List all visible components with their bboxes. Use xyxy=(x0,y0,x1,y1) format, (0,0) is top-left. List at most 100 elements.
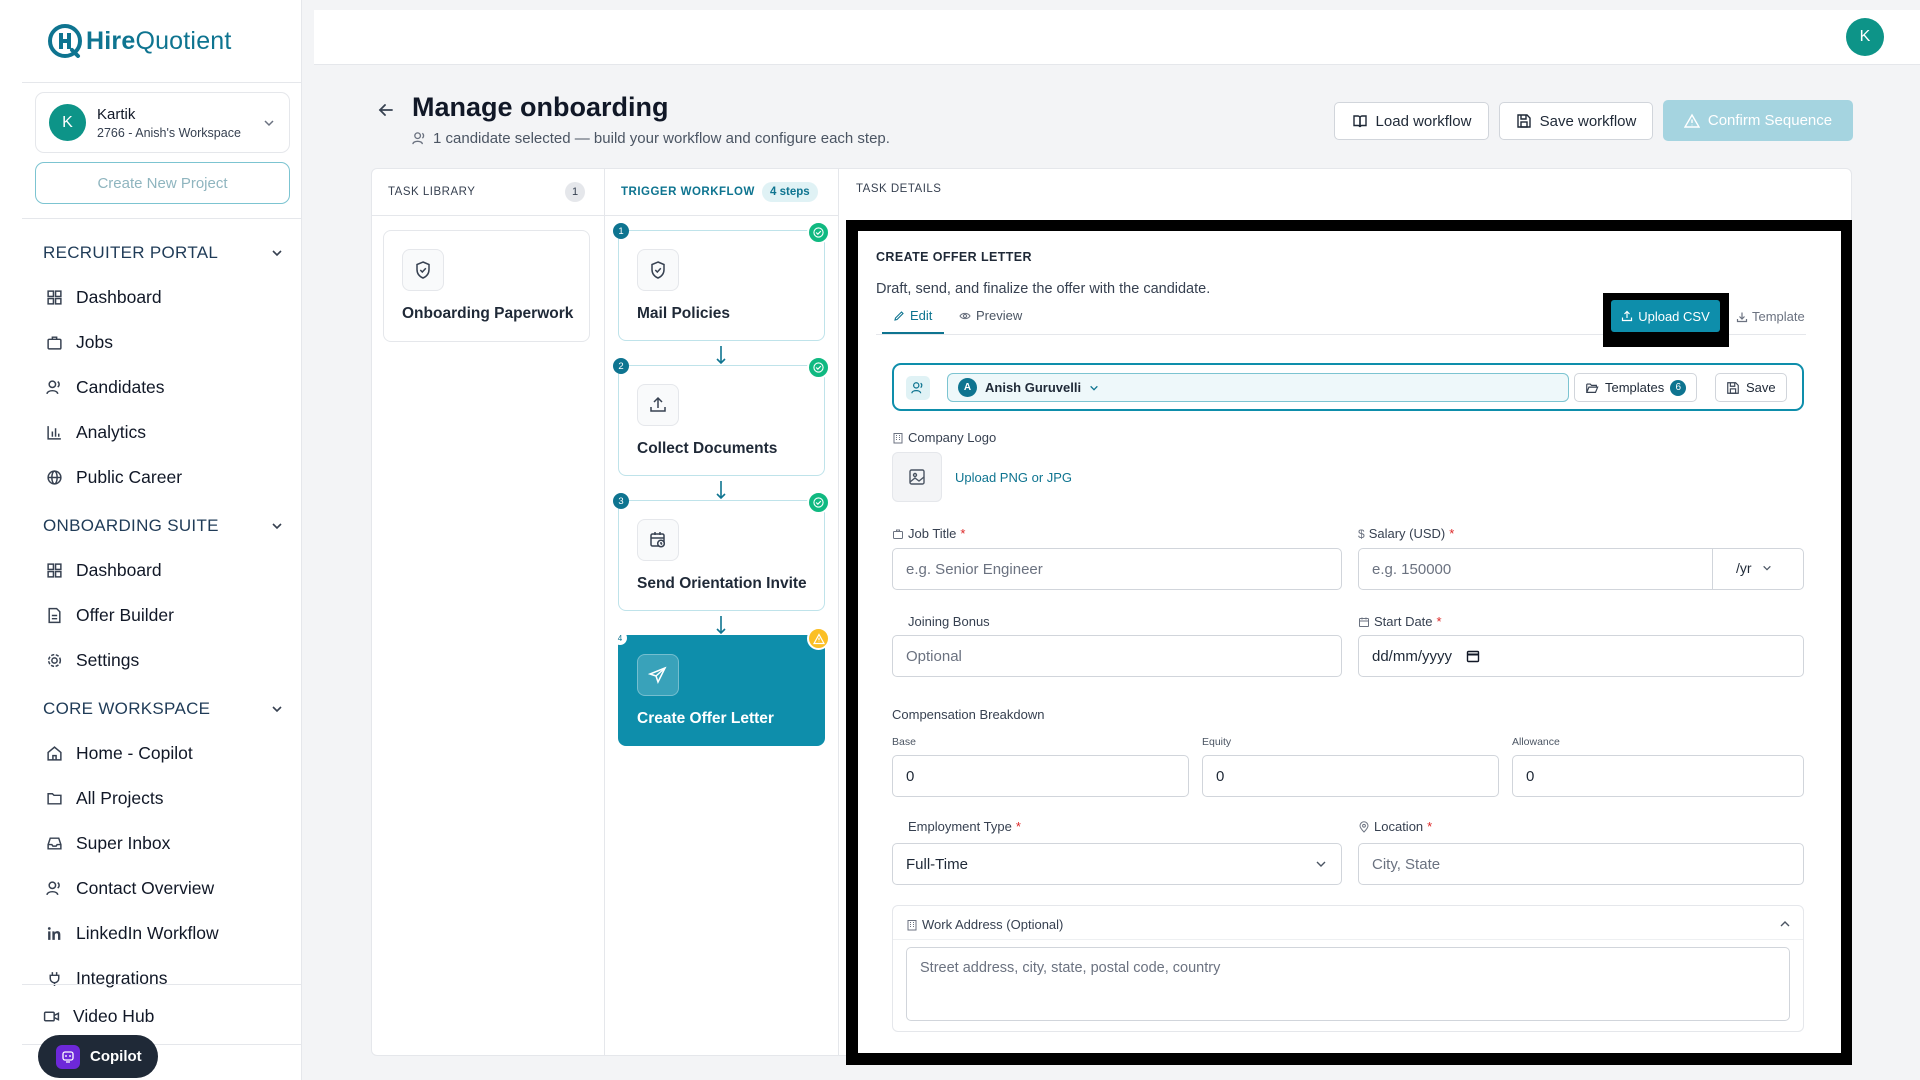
job-title-input[interactable]: e.g. Senior Engineer xyxy=(892,548,1342,590)
globe-icon xyxy=(47,470,62,485)
sidebar: HireQuotient K Kartik 2766 - Anish's Wor… xyxy=(0,0,302,1080)
sidebar-item-candidates[interactable]: Candidates xyxy=(46,377,165,398)
location-input[interactable]: City, State xyxy=(1358,843,1804,885)
label-text: Employment Type xyxy=(908,819,1012,834)
allowance-label: Allowance xyxy=(1512,736,1560,748)
candidate-select[interactable]: A Anish Guruvelli xyxy=(947,373,1569,402)
create-new-project-button[interactable]: Create New Project xyxy=(35,162,290,204)
section-onboarding-suite[interactable]: ONBOARDING SUITE xyxy=(43,516,283,536)
logo-upload-area[interactable] xyxy=(892,452,942,502)
top-bar: K xyxy=(314,10,1920,65)
joining-bonus-input[interactable]: Optional xyxy=(892,635,1342,677)
workflow-step-send-orientation-invite[interactable]: Send Orientation Invite xyxy=(618,500,825,611)
workspace-switcher[interactable]: K Kartik 2766 - Anish's Workspace xyxy=(35,92,290,153)
employment-type-select[interactable]: Full-Time xyxy=(892,843,1342,885)
sidebar-item-contact-overview[interactable]: Contact Overview xyxy=(46,878,214,899)
details-title: CREATE OFFER LETTER xyxy=(876,250,1032,264)
allowance-input[interactable]: 0 xyxy=(1512,755,1804,797)
library-item-onboarding-paperwork[interactable]: Onboarding Paperwork xyxy=(383,230,590,342)
save-workflow-button[interactable]: Save workflow xyxy=(1499,102,1653,140)
button-label: Upload CSV xyxy=(1638,308,1710,324)
joining-bonus-label: Joining Bonus xyxy=(908,614,990,629)
download-template-link[interactable]: Template xyxy=(1736,309,1805,324)
step-number: 2 xyxy=(613,358,629,374)
sidebar-item-all-projects[interactable]: All Projects xyxy=(46,788,164,809)
steps-count-badge: 4 steps xyxy=(762,182,818,202)
tab-edit[interactable]: Edit xyxy=(893,308,932,323)
work-address-textarea[interactable]: Street address, city, state, postal code… xyxy=(906,947,1790,1021)
building-icon xyxy=(893,432,903,443)
calendar-icon[interactable] xyxy=(1466,649,1480,663)
section-title: ONBOARDING SUITE xyxy=(43,516,219,535)
step-number: 4 xyxy=(613,631,627,645)
brand-logo[interactable]: HireQuotient xyxy=(48,24,232,58)
workflow-step-create-offer-letter[interactable]: Create Offer Letter xyxy=(618,635,825,746)
divider xyxy=(372,215,604,216)
user-avatar[interactable]: K xyxy=(1846,18,1884,56)
workflow-step-collect-documents[interactable]: Collect Documents xyxy=(618,365,825,476)
templates-button[interactable]: Templates 6 xyxy=(1574,373,1698,402)
sidebar-item-video-hub[interactable]: Video Hub xyxy=(43,1006,154,1027)
templates-count-badge: 6 xyxy=(1670,379,1687,396)
grid-icon xyxy=(47,563,62,578)
sidebar-item-label: Video Hub xyxy=(73,1006,155,1026)
sidebar-item-offer-builder[interactable]: Offer Builder xyxy=(46,605,174,626)
copilot-label: Copilot xyxy=(90,1048,142,1065)
users-icon xyxy=(412,132,425,145)
section-core-workspace[interactable]: CORE WORKSPACE xyxy=(43,699,283,719)
check-circle-icon xyxy=(807,221,830,244)
sidebar-item-home-copilot[interactable]: Home - Copilot xyxy=(46,743,193,764)
work-address-label[interactable]: Work Address (Optional) xyxy=(906,917,1063,932)
sidebar-item-integrations[interactable]: Integrations xyxy=(46,968,167,989)
section-recruiter-portal[interactable]: RECRUITER PORTAL xyxy=(43,243,283,263)
sidebar-item-analytics[interactable]: Analytics xyxy=(46,422,146,443)
chevron-up-icon[interactable] xyxy=(1779,918,1791,930)
sidebar-item-label: Public Career xyxy=(76,467,183,487)
home-icon xyxy=(47,746,62,761)
download-icon xyxy=(1736,312,1748,322)
required-marker: * xyxy=(1449,526,1455,541)
sidebar-item-public-career[interactable]: Public Career xyxy=(46,467,182,488)
save-button[interactable]: Save xyxy=(1715,373,1787,402)
video-icon xyxy=(43,1011,60,1022)
back-arrow-icon[interactable] xyxy=(376,100,396,120)
label-text: Salary (USD) xyxy=(1368,526,1446,541)
tab-preview[interactable]: Preview xyxy=(959,308,1022,323)
arrow-down-icon xyxy=(716,616,726,635)
confirm-sequence-button[interactable]: Confirm Sequence xyxy=(1663,100,1853,141)
book-open-icon xyxy=(1352,115,1367,128)
shield-check-icon xyxy=(637,249,679,291)
sidebar-item-label: All Projects xyxy=(76,788,164,808)
sidebar-item-label: Dashboard xyxy=(76,287,162,307)
workflow-step-mail-policies[interactable]: Mail Policies xyxy=(618,230,825,341)
upload-logo-link[interactable]: Upload PNG or JPG xyxy=(955,470,1072,485)
map-pin-icon xyxy=(1359,820,1369,833)
sidebar-item-label: LinkedIn Workflow xyxy=(76,923,219,943)
sidebar-item-dashboard[interactable]: Dashboard xyxy=(46,287,162,308)
required-marker: * xyxy=(960,526,966,541)
calendar-clock-icon xyxy=(637,519,679,561)
sidebar-item-onboarding-dashboard[interactable]: Dashboard xyxy=(46,560,162,581)
job-title-label: Job Title * xyxy=(892,526,965,541)
copilot-button[interactable]: Copilot xyxy=(38,1035,158,1078)
start-date-label: Start Date * xyxy=(1358,614,1442,629)
load-workflow-button[interactable]: Load workflow xyxy=(1334,102,1489,140)
base-input[interactable]: 0 xyxy=(892,755,1189,797)
step-number: 3 xyxy=(613,493,629,509)
divider xyxy=(604,168,605,1056)
equity-label: Equity xyxy=(1202,736,1232,748)
sidebar-item-super-inbox[interactable]: Super Inbox xyxy=(46,833,170,854)
sidebar-item-jobs[interactable]: Jobs xyxy=(46,332,113,353)
check-circle-icon xyxy=(807,491,830,514)
button-label: Save xyxy=(1746,380,1776,395)
sidebar-item-linkedin-workflow[interactable]: LinkedIn Workflow xyxy=(46,923,219,944)
warning-triangle-icon xyxy=(1683,113,1700,128)
page-subtitle-text: 1 candidate selected — build your workfl… xyxy=(433,130,890,147)
label-text: Work Address (Optional) xyxy=(922,917,1064,932)
sidebar-item-settings[interactable]: Settings xyxy=(46,650,139,671)
equity-input[interactable]: 0 xyxy=(1202,755,1499,797)
start-date-input[interactable]: dd/mm/yyyy xyxy=(1358,635,1804,677)
upload-csv-button[interactable]: Upload CSV xyxy=(1611,300,1720,332)
salary-period-select[interactable]: /yr xyxy=(1736,560,1772,576)
label-text: Start Date xyxy=(1374,614,1433,629)
